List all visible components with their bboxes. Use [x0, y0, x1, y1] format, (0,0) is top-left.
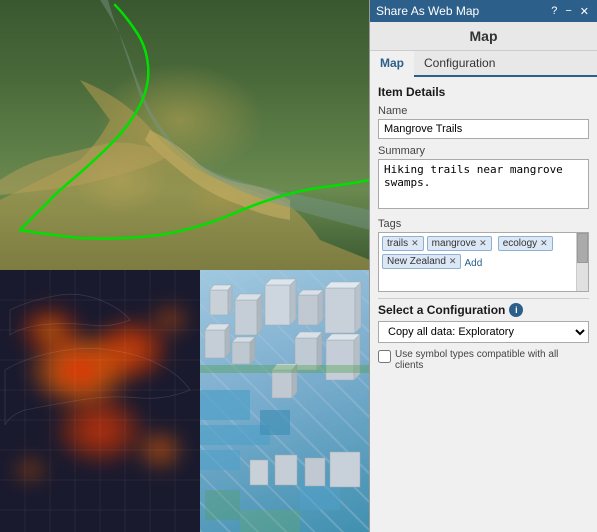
panel-title: Share As Web Map [376, 4, 479, 18]
remove-tag-trails[interactable]: ✕ [411, 238, 419, 249]
symbol-compat-label: Use symbol types compatible with all cli… [395, 349, 589, 371]
pin-button[interactable]: − [563, 5, 573, 17]
name-label: Name [378, 105, 589, 117]
item-details-title: Item Details [378, 85, 589, 99]
share-web-map-panel: Share As Web Map ? − ✕ Map Map Configura… [369, 0, 597, 532]
panel-titlebar: Share As Web Map ? − ✕ [370, 0, 597, 22]
summary-label: Summary [378, 145, 589, 157]
panel-tabs: Map Configuration [370, 51, 597, 77]
remove-tag-ecology[interactable]: ✕ [540, 238, 548, 249]
3d-city-map[interactable] [200, 270, 370, 532]
config-dropdown[interactable]: Copy all data: Exploratory Reference reg… [378, 321, 589, 343]
tags-label: Tags [378, 218, 589, 230]
add-tag-button[interactable]: Add [464, 258, 482, 269]
symbol-compat-row: Use symbol types compatible with all cli… [378, 349, 589, 371]
info-icon[interactable]: i [509, 303, 523, 317]
config-section-title: Select a Configuration i [378, 303, 589, 317]
help-button[interactable]: ? [549, 5, 559, 17]
symbol-compat-checkbox[interactable] [378, 350, 391, 363]
remove-tag-mangrove[interactable]: ✕ [479, 238, 487, 249]
section-divider [378, 298, 589, 299]
panel-header: Map [370, 22, 597, 51]
tags-scrollbar-thumb[interactable] [577, 233, 588, 263]
summary-textarea[interactable]: Hiking trails near mangrove swamps. [378, 159, 589, 209]
close-button[interactable]: ✕ [578, 5, 591, 18]
aerial-map[interactable] [0, 0, 370, 270]
tab-map[interactable]: Map [370, 51, 414, 77]
tag-new-zealand[interactable]: New Zealand ✕ [382, 254, 461, 269]
tag-mangrove[interactable]: mangrove ✕ [427, 236, 492, 251]
tag-ecology[interactable]: ecology ✕ [498, 236, 553, 251]
tags-container: trails ✕ mangrove ✕ ecology ✕ New Zealan… [378, 232, 589, 292]
panel-controls: ? − ✕ [549, 5, 591, 18]
tags-scrollbar[interactable] [576, 233, 588, 291]
panel-content: Item Details Name Summary Hiking trails … [370, 77, 597, 532]
panel-header-text: Map [470, 28, 498, 44]
tag-trails[interactable]: trails ✕ [382, 236, 424, 251]
tab-configuration[interactable]: Configuration [414, 51, 505, 75]
name-input[interactable] [378, 119, 589, 139]
remove-tag-new-zealand[interactable]: ✕ [449, 256, 457, 267]
heatmap[interactable] [0, 270, 200, 532]
